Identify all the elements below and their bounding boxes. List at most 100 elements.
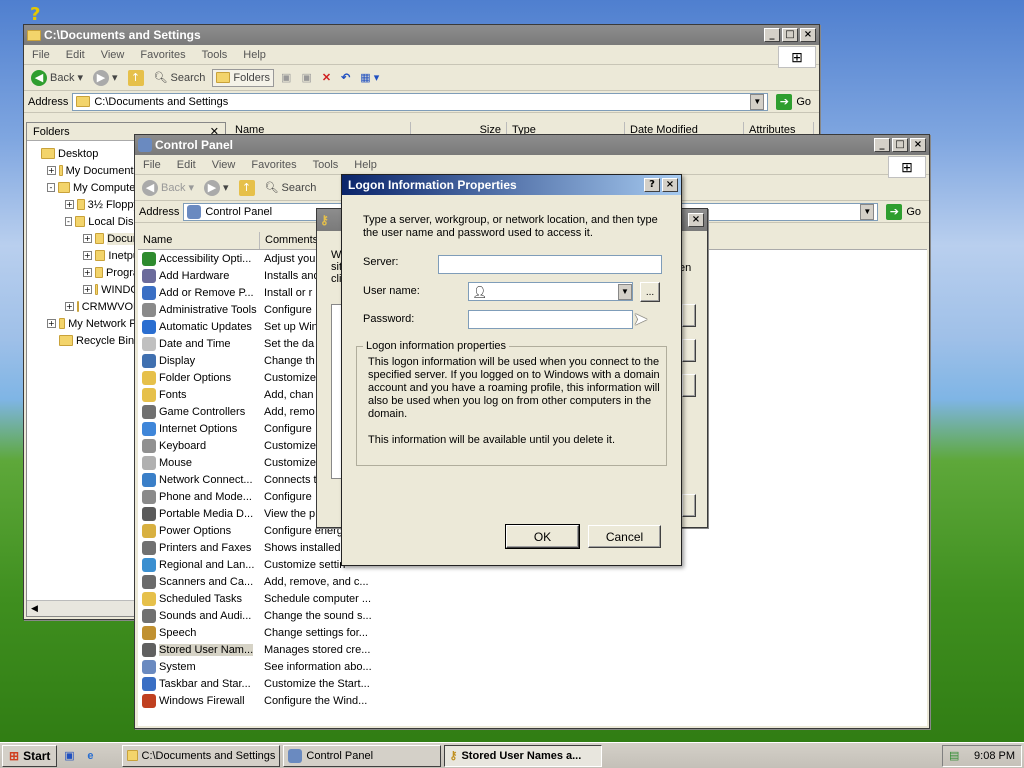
menu-view[interactable]: View (93, 49, 133, 61)
go-label: Go (796, 95, 811, 108)
close-button[interactable]: × (910, 138, 926, 152)
user-name-dropdown[interactable]: ▼ (618, 283, 632, 300)
properties-button[interactable] (682, 374, 696, 397)
tree-item[interactable]: + Inetpu (29, 247, 139, 264)
back-button[interactable]: ◀ Back ▾ (139, 178, 197, 198)
search-button[interactable]: 🔍︎ Search (262, 179, 320, 196)
tree-item[interactable]: +3½ Floppy (29, 196, 139, 213)
group-expiry-text: This information will be available until… (368, 434, 616, 446)
expand-icon[interactable]: + (47, 166, 56, 175)
back-button[interactable]: ◀ Back ▾ (28, 68, 86, 88)
show-desktop-icon[interactable]: ▣ (60, 749, 78, 762)
menu-edit[interactable]: Edit (58, 49, 93, 61)
control-panel-item[interactable]: Scheduled Tasks Schedule computer ... (142, 590, 927, 607)
folders-button[interactable]: Folders (212, 68, 275, 87)
control-panel-title: Control Panel (155, 138, 234, 152)
forward-button[interactable]: ▶ ▾ (90, 68, 121, 88)
address-dropdown[interactable]: ▼ (750, 93, 765, 110)
address-value: Control Panel (205, 205, 273, 218)
control-panel-item[interactable]: Windows Firewall Configure the Wind... (142, 692, 927, 709)
tree-item[interactable]: + My Documents (29, 162, 139, 179)
col-name[interactable]: Name (138, 232, 260, 249)
internet-explorer-icon[interactable]: e (81, 750, 99, 762)
user-name-combobox[interactable]: 👤︎ ▼ (468, 282, 633, 301)
help-button[interactable]: ? (644, 178, 660, 192)
taskbar-button[interactable]: ⚷ Stored User Names a... (444, 744, 603, 767)
expand-icon[interactable]: + (83, 234, 92, 243)
minimize-button[interactable]: _ (874, 138, 890, 152)
horizontal-scrollbar[interactable]: ◀ (27, 600, 137, 616)
go-button[interactable]: ➔ Go (882, 203, 925, 220)
expand-icon[interactable]: + (65, 200, 74, 209)
move-to-button[interactable]: ▣ (278, 69, 294, 86)
expand-icon[interactable]: + (83, 285, 92, 294)
menu-favorites[interactable]: Favorites (243, 159, 304, 171)
up-button[interactable]: ↑ (236, 178, 258, 198)
start-button[interactable]: ⊞ Start (2, 744, 58, 767)
logon-dialog-titlebar[interactable]: Logon Information Properties ? × (342, 175, 681, 195)
menu-favorites[interactable]: Favorites (132, 49, 193, 61)
tree-item[interactable]: + WINDO (29, 281, 139, 298)
expand-icon[interactable]: + (83, 251, 92, 260)
expand-icon[interactable]: + (65, 302, 74, 311)
copy-to-button[interactable]: ▣ (298, 69, 314, 86)
taskbar-button[interactable]: C:\Documents and Settings (122, 744, 281, 767)
control-panel-item[interactable]: Scanners and Ca... Add, remove, and c... (142, 573, 927, 590)
control-panel-item[interactable]: Speech Change settings for... (142, 624, 927, 641)
server-input[interactable] (438, 255, 662, 274)
tree-item[interactable]: Desktop (29, 145, 139, 162)
undo-button[interactable]: ↶ (338, 69, 353, 86)
ok-button[interactable]: OK (505, 524, 580, 549)
tray-network-icon[interactable]: ▤ (949, 749, 959, 762)
close-dialog-button[interactable] (682, 494, 696, 517)
menu-help[interactable]: Help (346, 159, 385, 171)
menu-tools[interactable]: Tools (194, 49, 236, 61)
password-input[interactable] (468, 310, 633, 329)
go-button[interactable]: ➔ Go (772, 93, 815, 110)
control-panel-item[interactable]: Stored User Nam... Manages stored cre... (142, 641, 927, 658)
address-dropdown[interactable]: ▼ (860, 203, 875, 220)
views-button[interactable]: ▦ ▾ (357, 69, 382, 86)
tree-item[interactable]: + Docun (29, 230, 139, 247)
forward-button[interactable]: ▶ ▾ (201, 178, 232, 198)
menu-edit[interactable]: Edit (169, 159, 204, 171)
cancel-button[interactable]: Cancel (588, 525, 661, 548)
tree-item[interactable]: - Local Disk (29, 213, 139, 230)
maximize-button[interactable]: □ (892, 138, 908, 152)
tree-item[interactable]: + Progra (29, 264, 139, 281)
up-button[interactable]: ↑ (125, 68, 147, 88)
close-button[interactable]: × (688, 213, 704, 227)
add-button[interactable] (682, 304, 696, 327)
tree-item[interactable]: + My Network Pl (29, 315, 139, 332)
item-name: Portable Media D... (159, 507, 254, 520)
menu-file[interactable]: File (24, 49, 58, 61)
control-panel-item[interactable]: System See information abo... (142, 658, 927, 675)
browse-button[interactable]: ... (640, 282, 660, 302)
menu-file[interactable]: File (135, 159, 169, 171)
tree-item[interactable]: + CRMWVOL (29, 298, 139, 315)
search-button[interactable]: 🔍︎ Search (151, 69, 209, 86)
menu-view[interactable]: View (204, 159, 244, 171)
maximize-button[interactable]: □ (782, 28, 798, 42)
tree-item[interactable]: - My Computer (29, 179, 139, 196)
control-panel-titlebar[interactable]: Control Panel _ □ × (135, 135, 929, 155)
expand-icon[interactable]: + (83, 268, 92, 277)
address-field[interactable]: C:\Documents and Settings ▼ (72, 92, 769, 111)
minimize-button[interactable]: _ (764, 28, 780, 42)
menu-tools[interactable]: Tools (305, 159, 347, 171)
close-button[interactable]: × (800, 28, 816, 42)
desktop-help-icon[interactable]: ? (30, 4, 50, 25)
tree-item[interactable]: Recycle Bin (29, 332, 139, 349)
menu-help[interactable]: Help (235, 49, 274, 61)
folders-label: Folders (233, 71, 271, 84)
remove-button[interactable] (682, 339, 696, 362)
expand-icon[interactable]: + (47, 319, 56, 328)
collapse-icon[interactable]: - (47, 183, 55, 192)
close-button[interactable]: × (662, 178, 678, 192)
explorer-titlebar[interactable]: C:\Documents and Settings _ □ × (24, 25, 819, 45)
collapse-icon[interactable]: - (65, 217, 72, 226)
delete-button[interactable]: ✕ (319, 69, 334, 86)
control-panel-item[interactable]: Sounds and Audi... Change the sound s... (142, 607, 927, 624)
taskbar-button[interactable]: Control Panel (283, 744, 442, 767)
control-panel-item[interactable]: Taskbar and Star... Customize the Start..… (142, 675, 927, 692)
